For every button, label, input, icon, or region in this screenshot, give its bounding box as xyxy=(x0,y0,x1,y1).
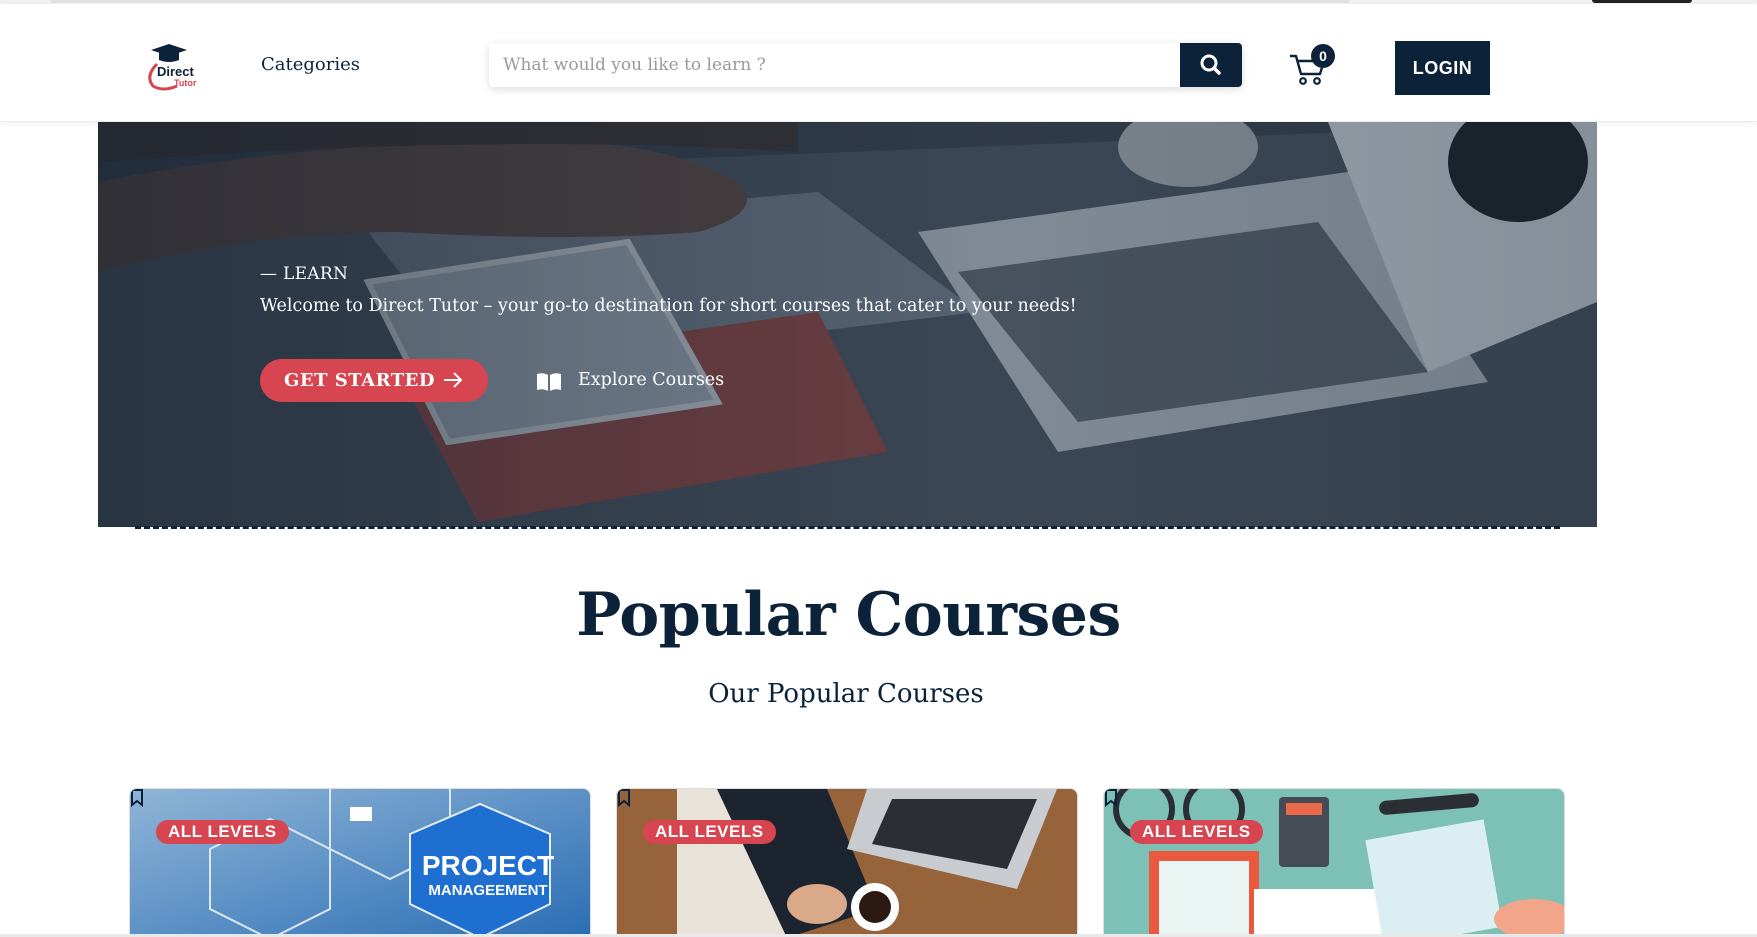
get-started-button[interactable]: GET STARTED xyxy=(260,359,488,402)
course-card[interactable]: ALL LEVELS xyxy=(616,788,1078,937)
course-card[interactable]: ALL LEVELS xyxy=(1103,788,1565,937)
course-image-project-management: PROJECT MANAGEEMENT xyxy=(130,789,590,936)
course-card[interactable]: PROJECT MANAGEEMENT ALL LEVELS xyxy=(129,788,591,937)
hero-overlay xyxy=(98,122,1597,527)
browser-tab-pill xyxy=(1592,0,1692,3)
course-image-business xyxy=(617,789,1077,936)
popular-courses-subtitle: Our Popular Courses xyxy=(708,679,984,709)
course-image-text-project: PROJECT xyxy=(422,850,554,881)
search-button[interactable] xyxy=(1180,43,1242,87)
categories-menu[interactable]: Categories xyxy=(261,54,360,75)
bookmark-icon[interactable] xyxy=(617,789,631,807)
popular-courses-title: Popular Courses xyxy=(576,580,1121,650)
browser-address-strip xyxy=(50,0,1350,3)
search-input[interactable] xyxy=(489,43,1179,87)
hero-tagline: Welcome to Direct Tutor – your go-to des… xyxy=(260,296,1077,316)
level-badge: ALL LEVELS xyxy=(643,820,776,844)
site-header: Direct Tutor Categories 0 LOGIN xyxy=(0,4,1757,122)
level-badge: ALL LEVELS xyxy=(1130,820,1263,844)
hero-banner: — LEARN Welcome to Direct Tutor – your g… xyxy=(98,122,1597,527)
login-button[interactable]: LOGIN xyxy=(1395,41,1490,95)
course-image-text-management: MANAGEEMENT xyxy=(428,882,547,899)
search-box xyxy=(489,43,1242,87)
arrow-right-icon xyxy=(444,372,463,388)
hero-kicker: — LEARN xyxy=(260,264,349,284)
logo-text-direct: Direct xyxy=(157,64,194,79)
explore-courses-label: Explore Courses xyxy=(578,370,725,390)
course-image-accounting xyxy=(1104,789,1564,936)
level-badge: ALL LEVELS xyxy=(156,820,289,844)
search-icon xyxy=(1200,54,1221,75)
section-divider xyxy=(135,526,1560,529)
book-open-icon xyxy=(537,373,561,391)
bookmark-icon[interactable] xyxy=(130,789,144,807)
cart-count-badge: 0 xyxy=(1311,44,1335,68)
logo-text-tutor: Tutor xyxy=(174,78,197,88)
get-started-label: GET STARTED xyxy=(284,370,435,391)
bookmark-icon[interactable] xyxy=(1104,789,1118,807)
